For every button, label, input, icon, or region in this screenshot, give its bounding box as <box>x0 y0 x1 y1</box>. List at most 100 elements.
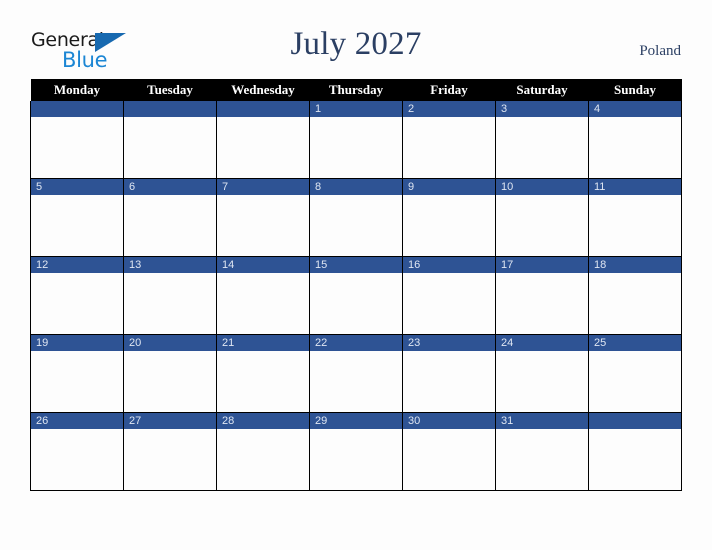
calendar-day-cell[interactable]: 28 <box>216 412 310 491</box>
day-number: 31 <box>496 413 588 429</box>
day-events-area[interactable] <box>31 273 123 333</box>
calendar-day-cell[interactable]: 7 <box>216 178 310 257</box>
calendar-day-cell[interactable]: 20 <box>123 334 217 413</box>
day-events-area[interactable] <box>310 429 402 489</box>
day-number: 10 <box>496 179 588 195</box>
calendar-day-cell[interactable]: 24 <box>495 334 589 413</box>
day-events-area[interactable] <box>124 195 216 255</box>
day-events-area[interactable] <box>31 117 123 177</box>
calendar-day-cell[interactable]: 31 <box>495 412 589 491</box>
calendar-day-cell[interactable]: 6 <box>123 178 217 257</box>
calendar-day-cell[interactable]: 19 <box>30 334 124 413</box>
calendar-day-cell[interactable]: 8 <box>309 178 403 257</box>
calendar-day-cell[interactable]: 17 <box>495 256 589 335</box>
day-events-area[interactable] <box>589 117 681 177</box>
day-events-area[interactable] <box>589 429 681 489</box>
calendar-day-cell[interactable]: 9 <box>402 178 496 257</box>
calendar-day-cell[interactable] <box>216 101 310 179</box>
day-events-area[interactable] <box>310 351 402 411</box>
day-number <box>589 413 681 429</box>
day-events-area[interactable] <box>403 117 495 177</box>
day-events-area[interactable] <box>310 117 402 177</box>
calendar-day-cell[interactable]: 21 <box>216 334 310 413</box>
day-events-area[interactable] <box>31 429 123 489</box>
day-number: 26 <box>31 413 123 429</box>
calendar-day-cell[interactable]: 27 <box>123 412 217 491</box>
calendar-week-row: 12 13 14 15 16 17 18 <box>30 256 682 335</box>
day-events-area[interactable] <box>124 351 216 411</box>
day-number: 29 <box>310 413 402 429</box>
calendar-day-cell[interactable]: 3 <box>495 101 589 179</box>
calendar-day-cell[interactable]: 4 <box>588 101 682 179</box>
calendar-day-cell[interactable]: 13 <box>123 256 217 335</box>
day-number: 27 <box>124 413 216 429</box>
page-title: July 2027 <box>290 26 422 62</box>
calendar-day-cell[interactable]: 5 <box>30 178 124 257</box>
day-events-area[interactable] <box>310 195 402 255</box>
day-events-area[interactable] <box>217 429 309 489</box>
day-events-area[interactable] <box>217 273 309 333</box>
day-events-area[interactable] <box>124 117 216 177</box>
day-events-area[interactable] <box>124 273 216 333</box>
day-number: 19 <box>31 335 123 351</box>
calendar-day-cell[interactable]: 29 <box>309 412 403 491</box>
day-number: 7 <box>217 179 309 195</box>
calendar-day-cell[interactable]: 2 <box>402 101 496 179</box>
day-events-area[interactable] <box>31 351 123 411</box>
calendar-week-row: 1 2 3 4 <box>30 101 682 179</box>
day-events-area[interactable] <box>217 351 309 411</box>
day-number: 22 <box>310 335 402 351</box>
day-number: 3 <box>496 101 588 117</box>
calendar-day-cell[interactable]: 12 <box>30 256 124 335</box>
day-events-area[interactable] <box>496 351 588 411</box>
calendar-day-cell[interactable]: 25 <box>588 334 682 413</box>
weekday-header-sunday: Sunday <box>588 79 682 101</box>
day-number <box>217 101 309 117</box>
calendar-day-cell[interactable] <box>30 101 124 179</box>
calendar-day-cell[interactable]: 1 <box>309 101 403 179</box>
calendar-page: General Blue July 2027 Poland Monday Tue… <box>0 0 712 550</box>
calendar-day-cell[interactable]: 15 <box>309 256 403 335</box>
day-events-area[interactable] <box>496 117 588 177</box>
day-events-area[interactable] <box>589 195 681 255</box>
day-events-area[interactable] <box>217 117 309 177</box>
day-number: 11 <box>589 179 681 195</box>
calendar-day-cell[interactable]: 23 <box>402 334 496 413</box>
calendar-week-row: 26 27 28 29 30 31 <box>30 412 682 491</box>
day-events-area[interactable] <box>403 351 495 411</box>
calendar-day-cell[interactable]: 22 <box>309 334 403 413</box>
day-number: 20 <box>124 335 216 351</box>
day-events-area[interactable] <box>589 351 681 411</box>
day-number: 23 <box>403 335 495 351</box>
calendar-day-cell[interactable] <box>588 412 682 491</box>
calendar-day-cell[interactable]: 26 <box>30 412 124 491</box>
day-events-area[interactable] <box>310 273 402 333</box>
calendar-day-cell[interactable]: 14 <box>216 256 310 335</box>
day-events-area[interactable] <box>403 195 495 255</box>
day-number: 17 <box>496 257 588 273</box>
calendar-week-row: 5 6 7 8 9 10 11 <box>30 178 682 257</box>
day-events-area[interactable] <box>496 429 588 489</box>
day-events-area[interactable] <box>496 195 588 255</box>
day-events-area[interactable] <box>31 195 123 255</box>
day-events-area[interactable] <box>403 429 495 489</box>
day-number: 5 <box>31 179 123 195</box>
day-number: 2 <box>403 101 495 117</box>
calendar-day-cell[interactable]: 16 <box>402 256 496 335</box>
calendar-day-cell[interactable]: 10 <box>495 178 589 257</box>
calendar-day-cell[interactable]: 18 <box>588 256 682 335</box>
day-events-area[interactable] <box>124 429 216 489</box>
day-number <box>31 101 123 117</box>
calendar-day-cell[interactable] <box>123 101 217 179</box>
day-number: 25 <box>589 335 681 351</box>
weekday-header-friday: Friday <box>402 79 496 101</box>
calendar-day-cell[interactable]: 30 <box>402 412 496 491</box>
day-events-area[interactable] <box>496 273 588 333</box>
weekday-header-saturday: Saturday <box>495 79 589 101</box>
calendar-header-row: Monday Tuesday Wednesday Thursday Friday… <box>30 79 682 101</box>
calendar-week-row: 19 20 21 22 23 24 25 <box>30 334 682 413</box>
day-events-area[interactable] <box>589 273 681 333</box>
day-events-area[interactable] <box>217 195 309 255</box>
calendar-day-cell[interactable]: 11 <box>588 178 682 257</box>
day-events-area[interactable] <box>403 273 495 333</box>
